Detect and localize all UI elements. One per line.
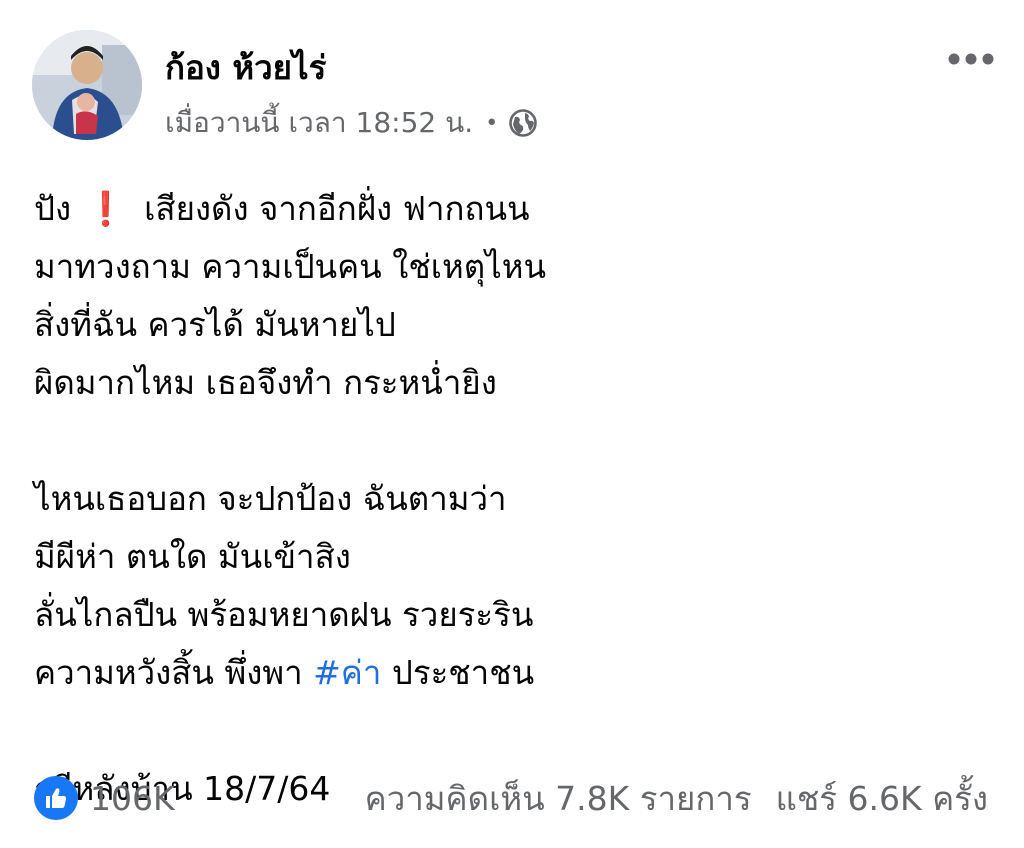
engagement-stats: ความคิดเห็น 7.8K รายการ แชร์ 6.6K ครั้ง — [365, 774, 988, 822]
meta-separator: • — [485, 110, 499, 136]
more-options-icon — [948, 53, 994, 65]
post-line: สิ่งที่ฉัน ควรได้ มันหายไป — [34, 305, 396, 344]
comments-count[interactable]: ความคิดเห็น 7.8K รายการ — [365, 772, 752, 825]
post-body: ปัง ❗ เสียงดัง จากอีกฝั่ง ฟากถนน มาทวงถาม … — [34, 180, 994, 818]
post-line: ปัง ❗ เสียงดัง จากอีกฝั่ง ฟากถนน — [34, 180, 994, 238]
post-meta: เมื่อวานนี้ เวลา 18:52 น. • — [165, 103, 538, 143]
like-icon — [34, 776, 78, 820]
globe-icon[interactable] — [508, 108, 538, 138]
shares-count[interactable]: แชร์ 6.6K ครั้ง — [776, 772, 988, 825]
post-footer: 106K ความคิดเห็น 7.8K รายการ แชร์ 6.6K ค… — [34, 774, 994, 822]
facebook-post: ก้อง ห้วยไร่ เมื่อวานนี้ เวลา 18:52 น. •… — [0, 0, 1024, 848]
post-line: ไหนเธอบอก จะปกป้อง ฉันตามว่า — [34, 479, 507, 518]
post-line: มีผีห่า ตนใด มันเข้าสิง — [34, 537, 351, 576]
author-name[interactable]: ก้อง ห้วยไร่ — [165, 46, 326, 90]
stanza-gap — [34, 412, 994, 470]
post-line: ผิดมากไหม เธอจึงทำ กระหน่ำยิง — [34, 363, 497, 402]
hashtag-link[interactable]: #ค่า — [313, 653, 381, 692]
reaction-count: 106K — [90, 778, 175, 818]
post-timestamp[interactable]: เมื่อวานนี้ เวลา 18:52 น. — [165, 101, 473, 145]
stanza-gap — [34, 702, 994, 760]
avatar-photo — [32, 30, 142, 140]
post-line: ลั่นไกลปืน พร้อมหยาดฝน รวยระริน — [34, 595, 534, 634]
exclamation-icon: ❗ — [85, 189, 127, 228]
more-options-button[interactable] — [944, 44, 998, 74]
author-avatar[interactable] — [32, 30, 142, 140]
post-line: มาทวงถาม ความเป็นคน ใช่เหตุไหน — [34, 247, 547, 286]
post-line: ความหวังสิ้น พึ่งพา #ค่า ประชาชน — [34, 653, 535, 692]
reactions-summary[interactable]: 106K — [34, 774, 175, 822]
